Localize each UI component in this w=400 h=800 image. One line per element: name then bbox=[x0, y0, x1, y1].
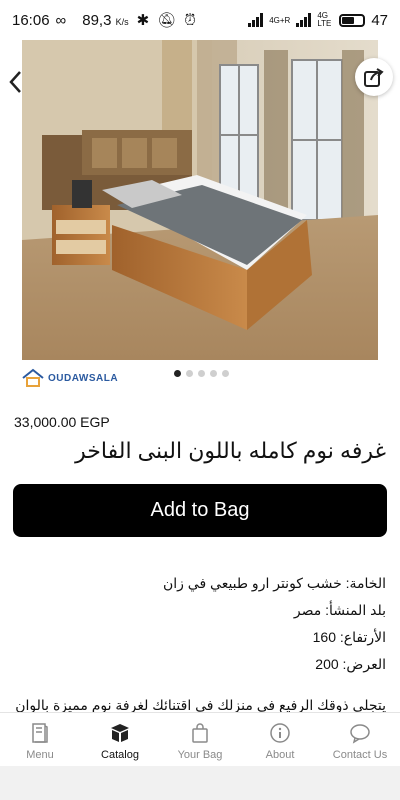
bluetooth-icon: ✱ bbox=[136, 12, 150, 29]
image-pager[interactable] bbox=[174, 370, 229, 377]
network-speed: 89,3 K/s bbox=[82, 11, 129, 29]
battery-level: 47 bbox=[371, 11, 388, 29]
box-icon bbox=[111, 724, 129, 742]
bag-icon bbox=[192, 723, 208, 743]
brand-logo: OUDAWSALA bbox=[22, 364, 132, 392]
tab-contact-us[interactable]: Contact Us bbox=[320, 713, 400, 766]
spec-line: الأرتفاع: 160 bbox=[312, 629, 386, 645]
network-type-2: 4G LTE bbox=[317, 11, 332, 28]
spec-line: العرض: 200 bbox=[315, 656, 386, 672]
add-to-bag-button[interactable]: Add to Bag bbox=[13, 484, 387, 537]
status-time: 16:06 bbox=[12, 11, 50, 29]
share-button[interactable] bbox=[355, 58, 393, 96]
pager-dot[interactable] bbox=[222, 370, 229, 377]
book-icon bbox=[32, 723, 48, 743]
pager-dot[interactable] bbox=[198, 370, 205, 377]
product-image[interactable] bbox=[22, 40, 378, 360]
tab-about[interactable]: About bbox=[240, 713, 320, 766]
back-button[interactable] bbox=[6, 68, 34, 96]
product-title: غرفه نوم كامله باللون البنى الفاخر bbox=[75, 438, 386, 463]
bottom-tab-bar: Menu Catalog Your Bag About Contact Us bbox=[0, 712, 400, 766]
share-icon bbox=[364, 68, 384, 87]
infinity-icon: ∞ bbox=[55, 11, 67, 29]
signal-icon-2 bbox=[296, 13, 312, 27]
spec-line: الخامة: خشب كونتر ارو طبيعي في زان bbox=[162, 575, 386, 591]
system-navigation-bar bbox=[0, 766, 400, 800]
status-bar: 16:06 ∞ 89,3 K/s ✱ 🔕︎ ⏰︎ 4G+R 4G LTE 47 bbox=[0, 0, 400, 40]
pager-dot[interactable] bbox=[186, 370, 193, 377]
battery-icon bbox=[339, 13, 366, 27]
product-price: 33,000.00 EGP bbox=[14, 414, 110, 430]
house-logo-icon bbox=[22, 368, 44, 387]
product-specs: الخامة: خشب كونتر ارو طبيعي في زان بلد ا… bbox=[14, 570, 386, 678]
pager-dot[interactable] bbox=[174, 370, 181, 377]
chat-icon bbox=[350, 724, 370, 744]
network-type-1: 4G+R bbox=[269, 15, 291, 25]
tab-your-bag[interactable]: Your Bag bbox=[160, 713, 240, 766]
spec-line: بلد المنشأ: مصر bbox=[293, 602, 386, 618]
tab-catalog[interactable]: Catalog bbox=[80, 713, 160, 766]
mute-icon: 🔕︎ bbox=[157, 12, 177, 29]
pager-dot[interactable] bbox=[210, 370, 217, 377]
tab-menu[interactable]: Menu bbox=[0, 713, 80, 766]
info-icon bbox=[270, 723, 290, 743]
alarm-icon: ⏰︎ bbox=[184, 11, 196, 29]
product-gallery[interactable] bbox=[0, 40, 400, 362]
signal-icon bbox=[248, 13, 264, 27]
chevron-left-icon bbox=[9, 71, 21, 93]
